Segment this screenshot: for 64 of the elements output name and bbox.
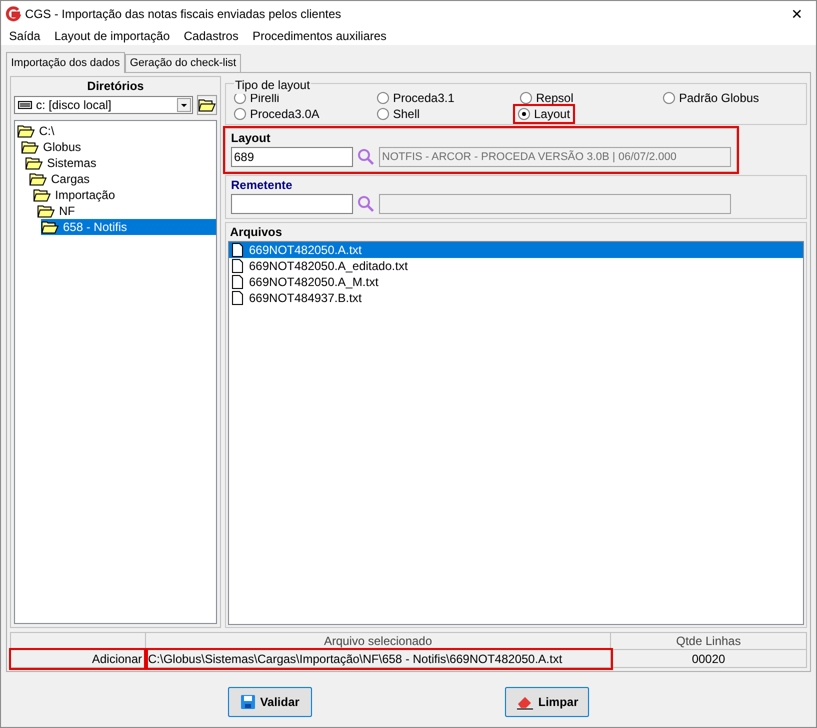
radio-label: Pirelli [250, 91, 280, 107]
menu-item[interactable]: Saída [9, 27, 40, 45]
app-logo-icon [5, 6, 21, 22]
sender-name-field[interactable] [379, 194, 731, 214]
line-count-cell-text: 00020 [690, 651, 726, 668]
folder-icon [29, 172, 47, 186]
action-button[interactable]: Validar [228, 687, 312, 717]
action-button[interactable]: Limpar [505, 687, 590, 717]
radio-button[interactable] [663, 92, 675, 104]
menu-item[interactable]: Procedimentos auxiliares [252, 27, 387, 45]
radio-button[interactable] [520, 92, 532, 104]
radio-label: Proceda3.0A [250, 106, 320, 123]
file-icon [232, 275, 243, 289]
tree-item[interactable]: Sistemas [47, 155, 96, 171]
file-icon [232, 291, 243, 305]
layout-description-field[interactable]: NOTFIS - ARCOR - PROCEDA VERSÃO 3.0B | 06/07/2.000 [379, 147, 731, 167]
window-title: CGS - Importação das notas fiscais enviadas pelos clientes [25, 6, 342, 23]
file-list-item[interactable]: 669NOT482050.A_editado.txt [229, 258, 803, 274]
search-icon[interactable] [357, 195, 375, 213]
column-header: Qtde Linhas [675, 633, 742, 649]
drive-icon [18, 101, 32, 109]
tree-item[interactable]: NF [59, 203, 75, 219]
open-folder-button[interactable] [197, 95, 217, 115]
menu-item[interactable]: Cadastros [184, 27, 238, 45]
sender-code-field[interactable] [231, 194, 353, 214]
radio-label: Proceda3.1 [393, 90, 454, 107]
radio-label: Layout [534, 106, 570, 123]
radio-button[interactable] [377, 108, 389, 120]
tree-item[interactable]: C:\ [39, 123, 54, 139]
panel-title: Diretórios [86, 78, 145, 95]
file-list-item[interactable]: 669NOT482050.A.txt [229, 242, 803, 258]
file-path-cell: C:\Globus\Sistemas\Cargas\Importação\NF\658 - Notifis\669NOT482050.A.txt [146, 650, 611, 668]
section-title: Layout [231, 130, 272, 147]
row-action-cell: Adicionar [11, 650, 146, 668]
folder-icon [37, 204, 55, 218]
file-list-item[interactable]: 669NOT484937.B.txt [229, 290, 803, 306]
tab[interactable]: Geração do check-list [124, 54, 242, 72]
section-title: Remetente [231, 177, 294, 194]
folder-icon [33, 188, 51, 202]
folder-icon [41, 220, 59, 234]
tree-item[interactable]: Globus [43, 139, 82, 155]
radio-button[interactable] [234, 108, 246, 120]
file-list-item[interactable]: 669NOT482050.A_M.txt [229, 274, 803, 290]
tree-item[interactable]: Importação [55, 187, 116, 203]
folder-icon [198, 98, 216, 112]
column-header: Arquivo selecionado [146, 633, 611, 649]
tree-item[interactable]: Cargas [51, 171, 90, 187]
search-icon[interactable] [357, 148, 375, 166]
folder-icon [17, 124, 35, 138]
folder-icon [25, 156, 43, 170]
close-button[interactable]: ✕ [782, 4, 812, 24]
folder-icon [21, 140, 39, 154]
tab[interactable]: Importação dos dados [6, 52, 125, 73]
eraser-icon [516, 694, 534, 710]
radio-label: Repsol [536, 90, 574, 107]
file-icon [232, 259, 243, 273]
menu-item[interactable]: Layout de importação [54, 27, 170, 45]
radio-label: Shell [393, 106, 420, 123]
layout-code-field[interactable]: 689 [231, 147, 353, 167]
section-title: Arquivos [229, 224, 284, 241]
radio-label: Padrão Globus [679, 90, 760, 107]
radio-button[interactable] [377, 92, 389, 104]
drive-dropdown[interactable]: c: [disco local] [14, 96, 193, 114]
radio-button[interactable] [518, 108, 530, 120]
